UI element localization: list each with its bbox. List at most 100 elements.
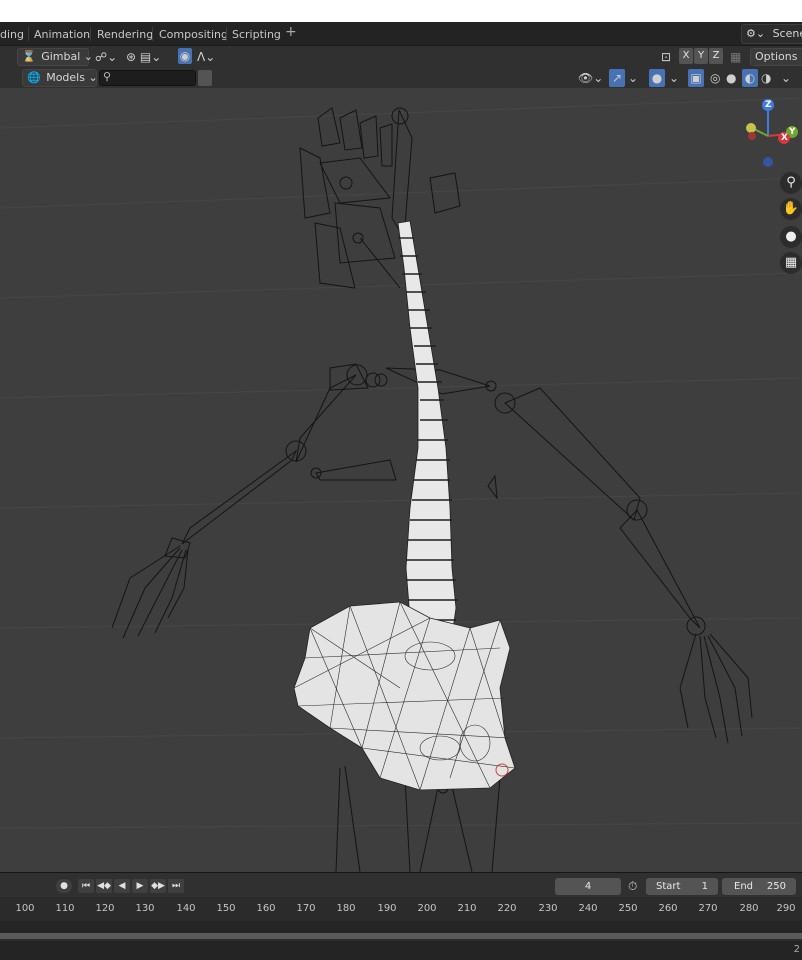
ruler-tick: 110 — [55, 903, 75, 914]
jump-start-button[interactable]: ⏮ — [78, 879, 94, 893]
gizmo-y-label: Y — [789, 127, 796, 137]
xray-toggle-icon[interactable]: ▣ — [688, 69, 704, 87]
gizmo-z-label: Z — [765, 100, 772, 110]
chevron-down-icon: ⌄ — [88, 71, 98, 84]
neg-z-axis-handle[interactable] — [763, 157, 773, 167]
collection-filter-dropdown[interactable]: 🌐 Models ⌄ — [22, 69, 98, 87]
axis-x-toggle[interactable]: X — [679, 48, 693, 64]
current-frame-field[interactable]: 4 — [555, 878, 621, 895]
status-text: 2 — [793, 944, 800, 955]
rendered-shading-icon[interactable]: ◑ — [761, 69, 771, 87]
spine-mesh — [397, 220, 457, 637]
status-bar: 2 — [0, 941, 802, 960]
mirror-icon[interactable]: ⊡ — [661, 48, 671, 66]
next-keyframe-button[interactable]: ◆▶ — [150, 879, 166, 893]
viewport-header: 🌐 Models ⌄ ⚲ 👁⌄ ↗ ⌄ ● ⌄ ▣ ◎ ● ◐ ◑ ⌄ — [0, 68, 802, 88]
start-value: 1 — [701, 881, 708, 892]
orientation-label: Gimbal — [41, 50, 81, 63]
search-input[interactable]: ⚲ — [99, 70, 196, 86]
orientation-dropdown[interactable]: ⌛ Gimbal ⌄ — [17, 48, 93, 66]
ruler-tick: 240 — [578, 903, 598, 914]
gizmo-toggle-icon[interactable]: ↗ — [609, 69, 625, 87]
start-frame-field[interactable]: Start 1 — [646, 878, 718, 895]
grid-icon[interactable]: ▦ — [780, 252, 802, 274]
pan-hand-icon[interactable]: ✋ — [780, 198, 802, 220]
chevron-down-icon[interactable]: ⌄ — [781, 69, 791, 87]
viewport-scene — [0, 97, 802, 872]
ruler-tick: 140 — [176, 903, 196, 914]
ruler-tick: 230 — [538, 903, 558, 914]
add-workspace-button[interactable]: + — [285, 24, 297, 40]
ruler-tick: 260 — [658, 903, 678, 914]
end-frame-field[interactable]: End 250 — [722, 878, 796, 895]
chevron-down-icon[interactable]: ⌄ — [669, 69, 679, 87]
ruler-tick: 220 — [497, 903, 517, 914]
stopwatch-icon[interactable]: ⏱ — [628, 877, 637, 895]
falloff-icon[interactable]: Λ⌄ — [197, 48, 215, 66]
proportional-edit-icon[interactable]: ◉ — [178, 48, 192, 64]
options-label: Options — [755, 50, 798, 63]
tab-compositing[interactable]: Compositing — [153, 25, 234, 44]
end-value: 250 — [766, 881, 786, 892]
play-button[interactable]: ▶ — [132, 879, 148, 893]
axis-z-toggle[interactable]: Z — [709, 48, 723, 64]
ruler-tick: 170 — [296, 903, 316, 914]
prev-keyframe-button[interactable]: ◀◆ — [96, 879, 112, 893]
pivot-icon[interactable]: ☍⌄ — [95, 48, 117, 66]
right-hand-bones — [679, 633, 753, 744]
frame-ruler[interactable]: 100 110 120 130 140 150 160 170 180 190 … — [0, 897, 802, 921]
scene-icon: ⚙⌄ — [746, 27, 766, 40]
scene-label: Scene — [772, 27, 802, 40]
search-icon: ⚲ — [103, 70, 112, 83]
ruler-tick: 160 — [256, 903, 276, 914]
ruler-tick: 290 — [776, 903, 796, 914]
ruler-tick: 190 — [377, 903, 397, 914]
visibility-icon[interactable]: 👁⌄ — [578, 69, 603, 87]
ruler-tick: 280 — [739, 903, 759, 914]
globe-icon: 🌐 — [27, 71, 41, 84]
ruler-tick: 120 — [95, 903, 115, 914]
tab-rendering[interactable]: Rendering — [91, 25, 159, 44]
auto-merge-icon[interactable]: ▦ — [730, 48, 741, 66]
end-label: End — [734, 881, 754, 892]
zoom-icon[interactable]: ⚲ — [780, 172, 802, 194]
neg-x-axis-handle[interactable] — [748, 132, 756, 140]
chevron-down-icon[interactable]: ⌄ — [628, 69, 638, 87]
ruler-tick: 210 — [457, 903, 477, 914]
chevron-down-icon: ⌄ — [83, 50, 93, 63]
solid-shading-icon[interactable]: ● — [726, 69, 736, 87]
3d-viewport[interactable]: Z Y X ⚲ ✋ ● ▦ — [0, 88, 802, 872]
ruler-tick: 150 — [216, 903, 236, 914]
search-options-button[interactable] — [198, 70, 212, 86]
ruler-tick: 270 — [698, 903, 718, 914]
timeline-editor: ● ⏮ ◀◆ ◀ ▶ ◆▶ ⏭ 4 ⏱ Start 1 End 250 100 … — [0, 872, 802, 960]
ruler-tick: 130 — [135, 903, 155, 914]
filter-label: Models — [46, 71, 85, 84]
pelvis-mesh — [293, 601, 516, 791]
wireframe-shading-icon[interactable]: ◎ — [710, 69, 720, 87]
options-dropdown[interactable]: Options ⌄ — [750, 48, 802, 66]
tab-layout[interactable]: ding — [0, 25, 30, 44]
camera-icon[interactable]: ● — [780, 226, 802, 248]
tab-animation[interactable]: Animation — [28, 25, 96, 44]
jump-end-button[interactable]: ⏭ — [168, 879, 184, 893]
workspace-tab-bar: ding Animation Rendering Compositing Scr… — [0, 22, 802, 46]
overlay-toggle-icon[interactable]: ● — [649, 69, 665, 87]
record-button[interactable]: ● — [56, 879, 72, 893]
ruler-tick: 250 — [618, 903, 638, 914]
neg-y-axis-handle[interactable] — [746, 123, 756, 133]
orientation-icon: ⌛ — [22, 50, 36, 63]
axis-y-toggle[interactable]: Y — [694, 48, 708, 64]
gizmo-x-label: X — [781, 133, 788, 143]
start-label: Start — [656, 881, 681, 892]
tab-scripting[interactable]: Scripting — [226, 25, 287, 44]
left-hand-bones — [111, 537, 191, 639]
timeline-scrollbar[interactable] — [0, 933, 802, 939]
scene-selector[interactable]: ⚙⌄ Scene — [741, 24, 802, 44]
snap-icon[interactable]: ⊛ ▤⌄ — [126, 48, 161, 66]
ruler-tick: 200 — [417, 903, 437, 914]
timeline-track-area[interactable] — [0, 921, 802, 933]
play-reverse-button[interactable]: ◀ — [114, 879, 130, 893]
ruler-tick: 100 — [15, 903, 35, 914]
material-shading-icon[interactable]: ◐ — [742, 69, 758, 87]
